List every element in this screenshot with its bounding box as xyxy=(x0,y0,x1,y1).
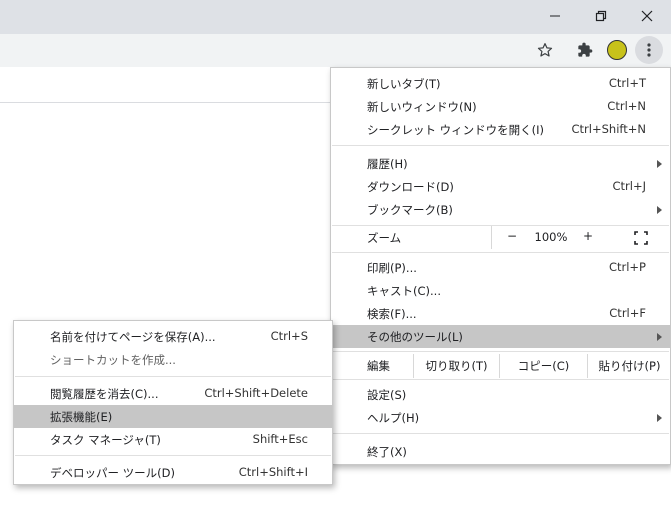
cut-button[interactable]: 切り取り(T) xyxy=(413,354,499,378)
menu-separator xyxy=(332,351,669,352)
page-divider xyxy=(0,102,330,103)
menu-separator xyxy=(332,145,669,146)
chrome-main-menu: 新しいタブ(T) Ctrl+T 新しいウィンドウ(N) Ctrl+N シークレッ… xyxy=(330,67,671,465)
address-bar[interactable] xyxy=(0,38,568,66)
menu-item-shortcut: Ctrl+P xyxy=(608,260,646,274)
menu-item-label: デベロッパー ツール(D) xyxy=(50,466,175,480)
menu-item-downloads[interactable]: ダウンロード(D) Ctrl+J xyxy=(331,175,670,198)
menu-item-label: 終了(X) xyxy=(367,445,407,459)
menu-item-shortcut: Ctrl+Shift+I xyxy=(238,465,308,479)
menu-item-label: ブックマーク(B) xyxy=(367,203,453,217)
menu-item-cast[interactable]: キャスト(C)... xyxy=(331,279,670,302)
menu-item-exit[interactable]: 終了(X) xyxy=(331,440,670,463)
profile-button[interactable] xyxy=(603,36,631,64)
submenu-item-devtools[interactable]: デベロッパー ツール(D) Ctrl+Shift+I xyxy=(14,461,332,484)
menu-item-shortcut: Ctrl+Shift+Delete xyxy=(204,386,308,400)
submenu-arrow-icon xyxy=(657,414,662,422)
submenu-item-task-manager[interactable]: タスク マネージャ(T) Shift+Esc xyxy=(14,428,332,451)
close-button[interactable] xyxy=(624,0,670,32)
menu-item-shortcut: Ctrl+T xyxy=(608,76,646,90)
menu-item-label: 設定(S) xyxy=(367,388,407,402)
menu-item-shortcut: Ctrl+S xyxy=(270,329,308,343)
menu-item-label: キャスト(C)... xyxy=(367,284,441,298)
edit-label: 編集 xyxy=(367,359,390,373)
fullscreen-button[interactable] xyxy=(628,226,654,249)
avatar xyxy=(607,40,627,60)
submenu-item-save-page[interactable]: 名前を付けてページを保存(A)... Ctrl+S xyxy=(14,325,332,348)
menu-item-bookmarks[interactable]: ブックマーク(B) xyxy=(331,198,670,221)
close-icon xyxy=(641,10,653,22)
puzzle-icon xyxy=(578,42,593,57)
menu-item-label: 名前を付けてページを保存(A)... xyxy=(50,330,216,344)
menu-item-label: シークレット ウィンドウを開く(I) xyxy=(367,123,545,137)
more-tools-submenu: 名前を付けてページを保存(A)... Ctrl+S ショートカットを作成... … xyxy=(13,320,333,485)
menu-item-find[interactable]: 検索(F)... Ctrl+F xyxy=(331,302,670,325)
menu-item-label: ダウンロード(D) xyxy=(367,180,454,194)
minimize-icon xyxy=(550,15,560,17)
minimize-button[interactable] xyxy=(532,0,578,32)
menu-item-label: 検索(F)... xyxy=(367,307,417,321)
menu-item-label: ヘルプ(H) xyxy=(367,411,420,425)
menu-item-new-tab[interactable]: 新しいタブ(T) Ctrl+T xyxy=(331,72,670,95)
menu-item-shortcut: Ctrl+F xyxy=(609,306,646,320)
browser-toolbar xyxy=(0,34,671,67)
zoom-out-button[interactable]: − xyxy=(504,229,520,243)
menu-item-new-window[interactable]: 新しいウィンドウ(N) Ctrl+N xyxy=(331,95,670,118)
menu-item-label: タスク マネージャ(T) xyxy=(50,433,161,447)
menu-item-label: 閲覧履歴を消去(C)... xyxy=(50,387,159,401)
menu-item-shortcut: Ctrl+N xyxy=(607,99,646,113)
fullscreen-icon xyxy=(634,230,648,245)
menu-separator xyxy=(15,376,331,377)
submenu-item-create-shortcut[interactable]: ショートカットを作成... xyxy=(14,348,332,371)
menu-item-label: その他のツール(L) xyxy=(367,330,463,344)
zoom-level: 100% xyxy=(534,230,568,244)
menu-item-settings[interactable]: 設定(S) xyxy=(331,383,670,406)
submenu-item-clear-data[interactable]: 閲覧履歴を消去(C)... Ctrl+Shift+Delete xyxy=(14,382,332,405)
menu-item-label: 拡張機能(E) xyxy=(50,410,113,424)
menu-item-shortcut: Shift+Esc xyxy=(252,432,308,446)
menu-item-shortcut: Ctrl+J xyxy=(612,179,647,193)
copy-button[interactable]: コピー(C) xyxy=(499,354,587,378)
menu-item-label: 新しいウィンドウ(N) xyxy=(367,100,477,114)
bookmark-star-button[interactable] xyxy=(531,36,559,64)
menu-item-label: 履歴(H) xyxy=(367,157,408,171)
extensions-button[interactable] xyxy=(571,36,599,64)
menu-item-label: 印刷(P)... xyxy=(367,261,417,275)
star-icon xyxy=(537,43,553,57)
three-dots-icon xyxy=(647,43,651,57)
menu-item-help[interactable]: ヘルプ(H) xyxy=(331,406,670,429)
menu-item-zoom: ズーム − 100% + xyxy=(331,226,670,249)
restore-icon xyxy=(595,10,607,22)
title-bar xyxy=(0,0,671,34)
menu-item-incognito[interactable]: シークレット ウィンドウを開く(I) Ctrl+Shift+N xyxy=(331,118,670,141)
zoom-in-button[interactable]: + xyxy=(580,229,596,243)
menu-separator xyxy=(332,379,669,380)
chrome-menu-button[interactable] xyxy=(635,36,663,64)
submenu-item-extensions[interactable]: 拡張機能(E) xyxy=(14,405,332,428)
menu-separator xyxy=(15,455,331,456)
paste-button[interactable]: 貼り付け(P) xyxy=(587,354,671,378)
submenu-arrow-icon xyxy=(657,333,662,341)
menu-item-shortcut: Ctrl+Shift+N xyxy=(571,122,646,136)
menu-item-print[interactable]: 印刷(P)... Ctrl+P xyxy=(331,256,670,279)
zoom-label: ズーム xyxy=(367,231,402,245)
menu-item-label: ショートカットを作成... xyxy=(50,353,176,367)
zoom-controls: − 100% + xyxy=(491,226,671,249)
submenu-arrow-icon xyxy=(657,206,662,214)
menu-separator xyxy=(332,252,669,253)
menu-item-label: 新しいタブ(T) xyxy=(367,77,441,91)
menu-item-edit: 編集 切り取り(T) コピー(C) 貼り付け(P) xyxy=(331,354,670,378)
submenu-arrow-icon xyxy=(657,160,662,168)
menu-item-more-tools[interactable]: その他のツール(L) xyxy=(331,325,670,348)
menu-item-history[interactable]: 履歴(H) xyxy=(331,152,670,175)
menu-separator xyxy=(332,433,669,434)
restore-button[interactable] xyxy=(578,0,624,32)
